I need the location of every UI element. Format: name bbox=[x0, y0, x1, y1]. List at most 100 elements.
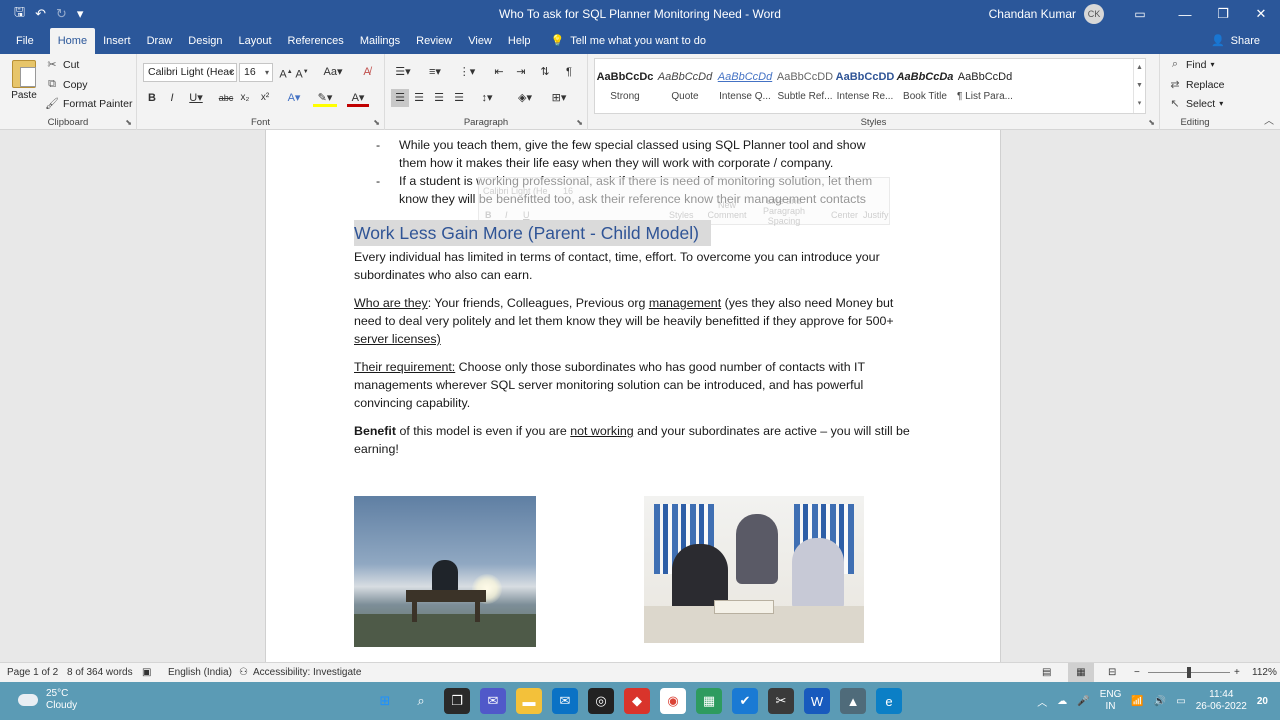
pilcrow-icon[interactable]: ¶ bbox=[561, 63, 577, 81]
task-view-icon[interactable]: ❐ bbox=[444, 688, 470, 714]
page[interactable]: - While you teach them, give the few spec… bbox=[265, 130, 1001, 662]
align-center-icon[interactable]: ☰ bbox=[411, 89, 427, 107]
mail-icon[interactable]: ✉ bbox=[552, 688, 578, 714]
edge-icon[interactable]: e bbox=[876, 688, 902, 714]
mini-justify[interactable]: Justify bbox=[863, 206, 889, 224]
style-quote[interactable]: AaBbCcDd Quote bbox=[655, 59, 715, 113]
chevron-up-icon[interactable]: ︿ bbox=[1037, 694, 1047, 709]
mini-font-name[interactable]: Calibri Light (He bbox=[483, 182, 548, 200]
language[interactable]: English (India) bbox=[168, 663, 232, 683]
style-intense-reference[interactable]: AaBbCcDD Intense Re... bbox=[835, 59, 895, 113]
style-strong[interactable]: AaBbCcDc Strong bbox=[595, 59, 655, 113]
font-size-combo[interactable]: 16 ▾ bbox=[239, 63, 273, 82]
print-layout-icon[interactable]: ▦ bbox=[1068, 663, 1094, 683]
tab-review[interactable]: Review bbox=[408, 28, 460, 54]
paste-button[interactable]: Paste bbox=[8, 58, 40, 101]
style-book-title[interactable]: AaBbCcDa Book Title bbox=[895, 59, 955, 113]
tab-file[interactable]: File bbox=[0, 28, 50, 54]
undo-icon[interactable]: ↶ bbox=[35, 6, 46, 22]
clock[interactable]: 11:44 26-06-2022 bbox=[1196, 689, 1247, 713]
document-area[interactable]: - While you teach them, give the few spec… bbox=[0, 130, 1280, 662]
mini-toolbar[interactable]: Calibri Light (He 16 B I U Styles New Co… bbox=[478, 177, 890, 226]
select-button[interactable]: ↖ Select ▾ bbox=[1168, 97, 1223, 111]
tab-draw[interactable]: Draw bbox=[139, 28, 181, 54]
zoom-slider-thumb[interactable] bbox=[1187, 667, 1191, 678]
zoom-out-icon[interactable]: − bbox=[1134, 663, 1140, 683]
font-name-combo[interactable]: Calibri Light (Heac ▾ bbox=[143, 63, 237, 82]
close-icon[interactable]: ✕ bbox=[1242, 0, 1280, 28]
align-right-icon[interactable]: ☰ bbox=[431, 89, 447, 107]
zoom-in-icon[interactable]: + bbox=[1234, 663, 1240, 683]
decrease-indent-icon[interactable]: ⇤ bbox=[491, 63, 507, 81]
word-icon[interactable]: W bbox=[804, 688, 830, 714]
red-app-icon[interactable]: ◆ bbox=[624, 688, 650, 714]
tab-home[interactable]: Home bbox=[49, 28, 96, 54]
tab-references[interactable]: References bbox=[280, 28, 352, 54]
collapse-ribbon-icon[interactable]: ︿ bbox=[1264, 112, 1274, 127]
wifi-icon[interactable]: 📶 bbox=[1131, 696, 1143, 707]
bullets-icon[interactable]: ☰▾ bbox=[391, 63, 415, 81]
justify-icon[interactable]: ☰ bbox=[451, 89, 467, 107]
proofing-icon[interactable]: ▣ bbox=[142, 663, 151, 683]
text-effects-icon[interactable]: A▾ bbox=[283, 89, 305, 107]
mini-font-size[interactable]: 16 bbox=[563, 182, 573, 200]
save-icon[interactable]: 🖫 bbox=[14, 3, 25, 25]
customize-qat-icon[interactable]: ▾ bbox=[77, 6, 84, 22]
tab-view[interactable]: View bbox=[460, 28, 500, 54]
paragraph[interactable]: Who are they: Your friends, Colleagues, … bbox=[354, 294, 914, 348]
more-styles-icon[interactable]: ▾ bbox=[1134, 95, 1145, 113]
share-button[interactable]: 👤 Share bbox=[1211, 28, 1260, 54]
notification-count[interactable]: 20 bbox=[1257, 696, 1268, 707]
snipping-tool-icon[interactable]: ✂ bbox=[768, 688, 794, 714]
accessibility-icon[interactable]: ⚇ bbox=[239, 663, 248, 683]
word-count[interactable]: 8 of 364 words bbox=[67, 663, 133, 683]
teams-chat-icon[interactable]: ✉ bbox=[480, 688, 506, 714]
underline-icon[interactable]: U▾ bbox=[185, 89, 207, 107]
increase-indent-icon[interactable]: ⇥ bbox=[513, 63, 529, 81]
mini-spacing[interactable]: Line and Paragraph Spacing bbox=[749, 196, 819, 226]
highlight-icon[interactable]: ✎▾ bbox=[313, 89, 337, 107]
image-students-studying[interactable] bbox=[644, 496, 864, 643]
chrome-icon[interactable]: ◉ bbox=[660, 688, 686, 714]
style-intense-quote[interactable]: AaBbCcDd Intense Q... bbox=[715, 59, 775, 113]
todo-icon[interactable]: ✔ bbox=[732, 688, 758, 714]
strikethrough-icon[interactable]: abc bbox=[217, 89, 235, 107]
mini-new-comment[interactable]: New Comment bbox=[707, 200, 747, 220]
language-indicator[interactable]: ENG IN bbox=[1100, 689, 1122, 713]
grow-font-icon[interactable]: A▲ bbox=[279, 63, 293, 81]
style-list-paragraph[interactable]: AaBbCcDd ¶ List Para... bbox=[955, 59, 1015, 113]
microphone-icon[interactable]: 🎤 bbox=[1077, 696, 1089, 707]
shading-icon[interactable]: ◈▾ bbox=[513, 89, 537, 107]
web-layout-icon[interactable]: ⊟ bbox=[1108, 663, 1116, 683]
styles-scroll[interactable]: ▲ ▼ ▾ bbox=[1133, 59, 1145, 113]
file-explorer-icon[interactable]: ▬ bbox=[516, 688, 542, 714]
bold-icon[interactable]: B bbox=[145, 89, 159, 107]
zoom-level[interactable]: 112% bbox=[1252, 663, 1277, 683]
tell-me-box[interactable]: 💡 Tell me what you want to do bbox=[551, 28, 706, 54]
styles-launcher-icon[interactable]: ⬊ bbox=[1148, 118, 1155, 127]
list-item[interactable]: - While you teach them, give the few spec… bbox=[376, 136, 896, 172]
search-icon[interactable]: ⌕ bbox=[408, 688, 434, 714]
network-app-icon[interactable]: ☁ bbox=[1057, 696, 1067, 707]
chevron-down-icon[interactable]: ▼ bbox=[1134, 77, 1145, 95]
tab-design[interactable]: Design bbox=[180, 28, 230, 54]
tab-mailings[interactable]: Mailings bbox=[352, 28, 408, 54]
paragraph[interactable]: Benefit of this model is even if you are… bbox=[354, 422, 914, 458]
copy-button[interactable]: ⧉ Copy bbox=[45, 78, 87, 91]
tab-help[interactable]: Help bbox=[500, 28, 539, 54]
minimize-icon[interactable]: — bbox=[1166, 0, 1204, 28]
chevron-up-icon[interactable]: ▲ bbox=[1134, 59, 1145, 77]
clipboard-launcher-icon[interactable]: ⬊ bbox=[125, 118, 132, 127]
paragraph-launcher-icon[interactable]: ⬊ bbox=[576, 118, 583, 127]
borders-icon[interactable]: ⊞▾ bbox=[547, 89, 571, 107]
battery-icon[interactable]: ▭ bbox=[1176, 696, 1185, 707]
heading-1[interactable]: Work Less Gain More (Parent - Child Mode… bbox=[354, 220, 711, 246]
font-color-icon[interactable]: A▾ bbox=[347, 89, 369, 107]
ribbon-display-options-icon[interactable]: ▭ bbox=[1120, 0, 1160, 28]
weather-widget[interactable]: 25°C Cloudy bbox=[18, 688, 77, 712]
subscript-icon[interactable]: x₂ bbox=[237, 89, 253, 107]
photos-icon[interactable]: ▲ bbox=[840, 688, 866, 714]
read-mode-icon[interactable]: ▤ bbox=[1042, 663, 1051, 683]
account[interactable]: Chandan Kumar CK bbox=[989, 0, 1104, 28]
replace-button[interactable]: ⇄ Replace bbox=[1168, 78, 1224, 92]
